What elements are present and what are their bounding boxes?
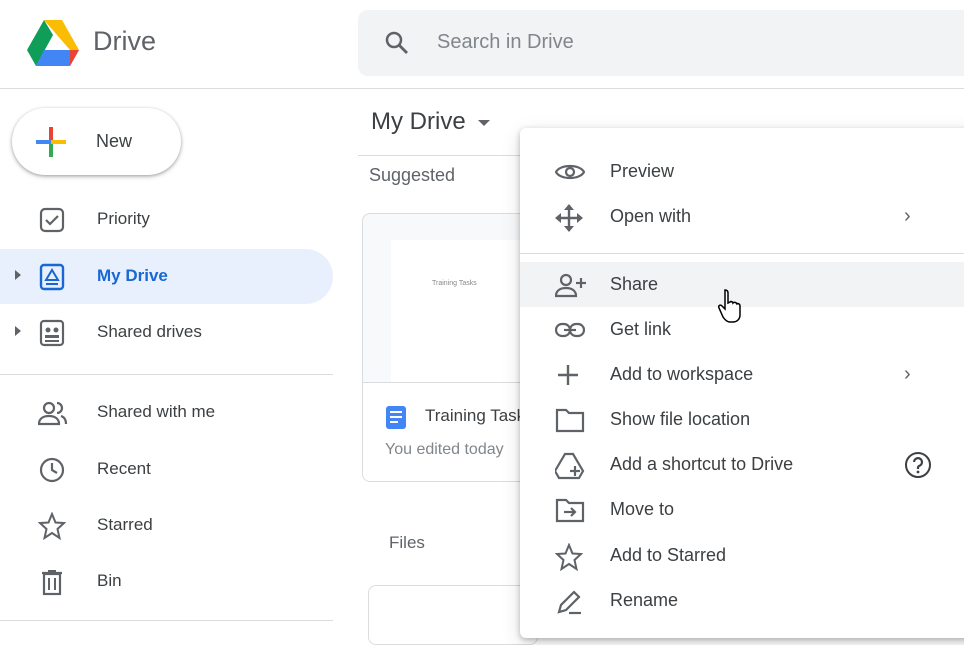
menu-item-label: Share	[610, 274, 659, 294]
star-icon	[38, 512, 66, 540]
menu-item-label: Show file location	[610, 409, 751, 429]
move-arrows-icon	[555, 204, 583, 232]
menu-item-label: Get link	[610, 319, 672, 339]
sidebar-divider	[0, 374, 333, 375]
top-bar: Drive Search in Drive	[0, 0, 964, 89]
sidebar-item-label: Priority	[97, 209, 150, 228]
hand-cursor-icon	[718, 288, 744, 324]
move-to-folder-icon	[555, 497, 585, 523]
sidebar-item-shared-with-me[interactable]: Shared with me	[0, 385, 333, 440]
thumbnail-text: Training Tasks	[432, 280, 477, 287]
menu-item-open-with[interactable]: Open with ›	[520, 194, 964, 239]
sidebar-item-shared-drives[interactable]: Shared drives	[0, 305, 333, 360]
file-card[interactable]	[368, 585, 538, 645]
sidebar-item-label: My Drive	[97, 266, 168, 285]
chevron-right-icon: ›	[904, 363, 911, 385]
search-placeholder: Search in Drive	[437, 31, 574, 53]
sidebar-item-my-drive[interactable]: My Drive	[0, 249, 333, 304]
file-activity: You edited today	[385, 441, 504, 458]
priority-icon	[38, 206, 66, 234]
my-drive-icon	[38, 263, 66, 291]
new-label: New	[96, 131, 133, 151]
app-name: Drive	[93, 26, 157, 56]
google-docs-icon	[386, 406, 406, 429]
sidebar-item-label: Shared drives	[97, 322, 202, 341]
menu-divider	[520, 253, 964, 254]
plus-icon	[555, 362, 581, 388]
file-name: Training Tasks	[425, 406, 534, 425]
menu-item-add-shortcut[interactable]: Add a shortcut to Drive	[520, 442, 964, 487]
menu-item-label: Open with	[610, 206, 692, 226]
my-drive-title-dropdown[interactable]: My Drive	[371, 108, 490, 136]
clock-icon	[38, 456, 66, 484]
link-icon	[555, 317, 585, 343]
sidebar-item-label: Bin	[97, 571, 122, 590]
expand-arrow-icon[interactable]	[15, 270, 21, 280]
suggested-heading: Suggested	[369, 165, 456, 185]
add-shortcut-icon	[555, 452, 585, 480]
plus-icon	[34, 125, 68, 159]
sidebar-item-label: Starred	[97, 515, 153, 534]
menu-item-label: Add a shortcut to Drive	[610, 454, 794, 474]
person-add-icon	[555, 272, 586, 298]
search-icon[interactable]	[384, 30, 410, 56]
sidebar-item-priority[interactable]: Priority	[0, 192, 333, 247]
context-menu: Preview Open with › Share Get link Add t…	[520, 128, 964, 638]
sidebar-divider	[0, 620, 333, 621]
shared-drives-icon	[38, 319, 66, 347]
star-icon	[555, 543, 583, 571]
eye-icon	[555, 159, 585, 185]
search-input[interactable]: Search in Drive	[358, 10, 964, 76]
chevron-right-icon: ›	[904, 205, 911, 227]
drive-logo-icon[interactable]	[27, 20, 79, 66]
files-heading: Files	[389, 533, 425, 552]
trash-icon	[38, 568, 66, 596]
sidebar-item-bin[interactable]: Bin	[0, 554, 333, 609]
people-icon	[38, 399, 68, 427]
menu-item-add-to-workspace[interactable]: Add to workspace ›	[520, 352, 964, 397]
menu-item-label: Move to	[610, 499, 675, 519]
help-icon[interactable]	[904, 451, 932, 479]
caret-down-icon	[477, 119, 490, 126]
menu-item-preview[interactable]: Preview	[520, 149, 964, 194]
sidebar-item-starred[interactable]: Starred	[0, 498, 333, 553]
sidebar-item-label: Recent	[97, 459, 151, 478]
folder-icon	[555, 407, 585, 433]
menu-item-move-to[interactable]: Move to	[520, 487, 964, 532]
menu-item-add-to-starred[interactable]: Add to Starred	[520, 533, 964, 578]
new-button[interactable]: New	[12, 108, 181, 175]
menu-item-label: Add to Starred	[610, 545, 727, 565]
menu-item-show-file-location[interactable]: Show file location	[520, 397, 964, 442]
expand-arrow-icon[interactable]	[15, 326, 21, 336]
sidebar-item-label: Shared with me	[97, 402, 216, 421]
pencil-icon	[555, 588, 581, 615]
menu-item-label: Add to workspace	[610, 364, 754, 384]
page-title: My Drive	[371, 108, 466, 135]
menu-item-rename[interactable]: Rename	[520, 578, 964, 623]
sidebar-item-recent[interactable]: Recent	[0, 442, 333, 497]
menu-item-label: Rename	[610, 590, 679, 610]
menu-item-label: Preview	[610, 161, 675, 181]
